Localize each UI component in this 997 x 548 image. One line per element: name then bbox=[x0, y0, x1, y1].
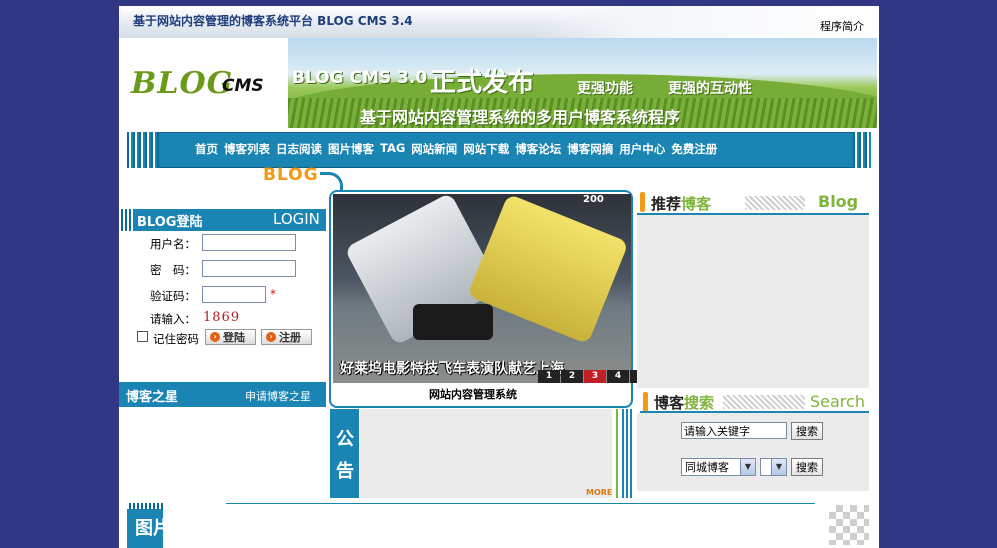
search-button[interactable]: 搜索 bbox=[791, 422, 823, 440]
search-title: 博客搜索 bbox=[654, 392, 714, 413]
login-title: BLOG登陆 bbox=[137, 215, 203, 230]
recommended-hatch bbox=[745, 196, 805, 210]
nav-item-user-center[interactable]: 用户中心 bbox=[619, 141, 665, 157]
nav-item-tag[interactable]: TAG bbox=[380, 141, 405, 157]
nav-item-photo-blog[interactable]: 图片博客 bbox=[328, 141, 374, 157]
search-keyword-input[interactable] bbox=[681, 422, 787, 439]
recommended-bar-icon bbox=[640, 192, 645, 212]
search-bar-icon bbox=[643, 392, 648, 412]
banner-title: BLOG CMS 3.0 bbox=[292, 68, 428, 88]
captcha-input[interactable] bbox=[202, 286, 266, 303]
nav-stripes-right bbox=[853, 132, 871, 168]
notice-more-link[interactable]: MORE bbox=[586, 488, 612, 497]
photo-section-title: 图片 bbox=[135, 518, 171, 539]
arrow-right-icon: › bbox=[266, 332, 276, 342]
banner-release: 正式发布 bbox=[430, 68, 535, 98]
apply-blog-star-link[interactable]: 申请博客之星 bbox=[245, 388, 311, 404]
banner-subtitle: 基于网站内容管理系统的多用户博客系统程序 bbox=[360, 108, 681, 127]
username-label: 用户名： bbox=[150, 237, 196, 251]
site-title: 基于网站内容管理的博客系统平台 BLOG CMS 3.4 bbox=[133, 14, 413, 28]
slideshow-page-1[interactable]: 1 bbox=[538, 370, 560, 383]
recommended-title: 推荐博客 bbox=[651, 193, 711, 214]
password-input[interactable] bbox=[202, 260, 296, 277]
search-title-part1: 博客 bbox=[654, 394, 685, 412]
banner-image: BLOG CMS 3.0 正式发布 更强功能 更强的互动性 基于网站内容管理系统… bbox=[288, 38, 877, 128]
category-select[interactable]: ▼ bbox=[760, 458, 787, 476]
arrow-right-icon: › bbox=[210, 332, 220, 342]
search-hatch bbox=[723, 395, 805, 409]
blog-mark: BLOG bbox=[263, 165, 319, 185]
notice-divider bbox=[616, 409, 618, 498]
slideshow-image[interactable]: 200 bbox=[333, 194, 631, 383]
recommended-title-en: Blog bbox=[818, 192, 859, 211]
checker-decoration bbox=[829, 505, 869, 545]
blog-star-title: 博客之星 bbox=[126, 390, 179, 405]
recommended-title-part2: 博客 bbox=[681, 195, 712, 213]
nav-item-read-logs[interactable]: 日志阅读 bbox=[276, 141, 322, 157]
notice-body bbox=[360, 409, 612, 498]
password-label: 密 码： bbox=[150, 263, 196, 277]
recommended-title-part1: 推荐 bbox=[651, 195, 682, 213]
slideshow-corner-number: 200 bbox=[583, 194, 604, 205]
captcha-image[interactable]: 1869 bbox=[203, 310, 240, 325]
chevron-down-icon: ▼ bbox=[771, 459, 786, 475]
slideshow-title: 网站内容管理系统 bbox=[429, 388, 517, 401]
logo-blog-text[interactable]: BLOG bbox=[131, 66, 233, 101]
captcha-required-mark: * bbox=[270, 287, 276, 301]
recommended-body bbox=[637, 215, 869, 388]
captcha-label: 验证码： bbox=[150, 289, 196, 303]
register-button-label: 注册 bbox=[279, 331, 301, 344]
city-blog-select[interactable]: 同城博客 ▼ bbox=[681, 458, 756, 476]
search-title-en: Search bbox=[810, 392, 865, 411]
city-blog-select-value: 同城博客 bbox=[685, 461, 729, 474]
nav-item-bookmarks[interactable]: 博客网摘 bbox=[567, 141, 613, 157]
register-button[interactable]: › 注册 bbox=[261, 329, 312, 345]
nav-items: 首页 博客列表 日志阅读 图片博客 TAG 网站新闻 网站下载 博客论坛 博客网… bbox=[195, 141, 717, 157]
login-button-label: 登陆 bbox=[223, 331, 245, 344]
nav-item-home[interactable]: 首页 bbox=[195, 141, 218, 157]
slideshow-caption[interactable]: 好莱坞电影特技飞车表演队献艺上海 bbox=[340, 358, 564, 378]
nav-item-forum[interactable]: 博客论坛 bbox=[515, 141, 561, 157]
intro-link[interactable]: 程序简介 bbox=[820, 18, 864, 34]
photo-section-line bbox=[226, 503, 815, 504]
nav-item-downloads[interactable]: 网站下载 bbox=[463, 141, 509, 157]
username-input[interactable] bbox=[202, 234, 296, 251]
banner-slogan-1: 更强功能 bbox=[577, 81, 633, 97]
notice-stripes bbox=[622, 409, 632, 498]
captcha-prompt-label: 请输入： bbox=[150, 312, 196, 326]
nav-item-register[interactable]: 免费注册 bbox=[671, 141, 717, 157]
chevron-down-icon: ▼ bbox=[740, 459, 755, 475]
logo-cms-text: CMS bbox=[222, 76, 264, 96]
banner-slogan-2: 更强的互动性 bbox=[668, 81, 752, 97]
remember-label: 记住密码 bbox=[153, 332, 199, 346]
slideshow-page-4[interactable]: 4 bbox=[607, 370, 629, 383]
slideshow-pager: 1 2 3 4 5 bbox=[538, 370, 652, 383]
login-button[interactable]: › 登陆 bbox=[205, 329, 256, 345]
search-title-part2: 搜索 bbox=[684, 394, 715, 412]
nav-item-blog-list[interactable]: 博客列表 bbox=[224, 141, 270, 157]
slideshow-page-2[interactable]: 2 bbox=[561, 370, 583, 383]
remember-checkbox[interactable] bbox=[137, 331, 148, 342]
search-button-2[interactable]: 搜索 bbox=[791, 458, 823, 476]
notice-title: 公告 bbox=[336, 429, 354, 482]
nav-item-site-news[interactable]: 网站新闻 bbox=[411, 141, 457, 157]
login-title-en: LOGIN bbox=[273, 210, 320, 228]
nav-stripes-left bbox=[127, 132, 159, 168]
slideshow-page-3[interactable]: 3 bbox=[584, 370, 606, 383]
